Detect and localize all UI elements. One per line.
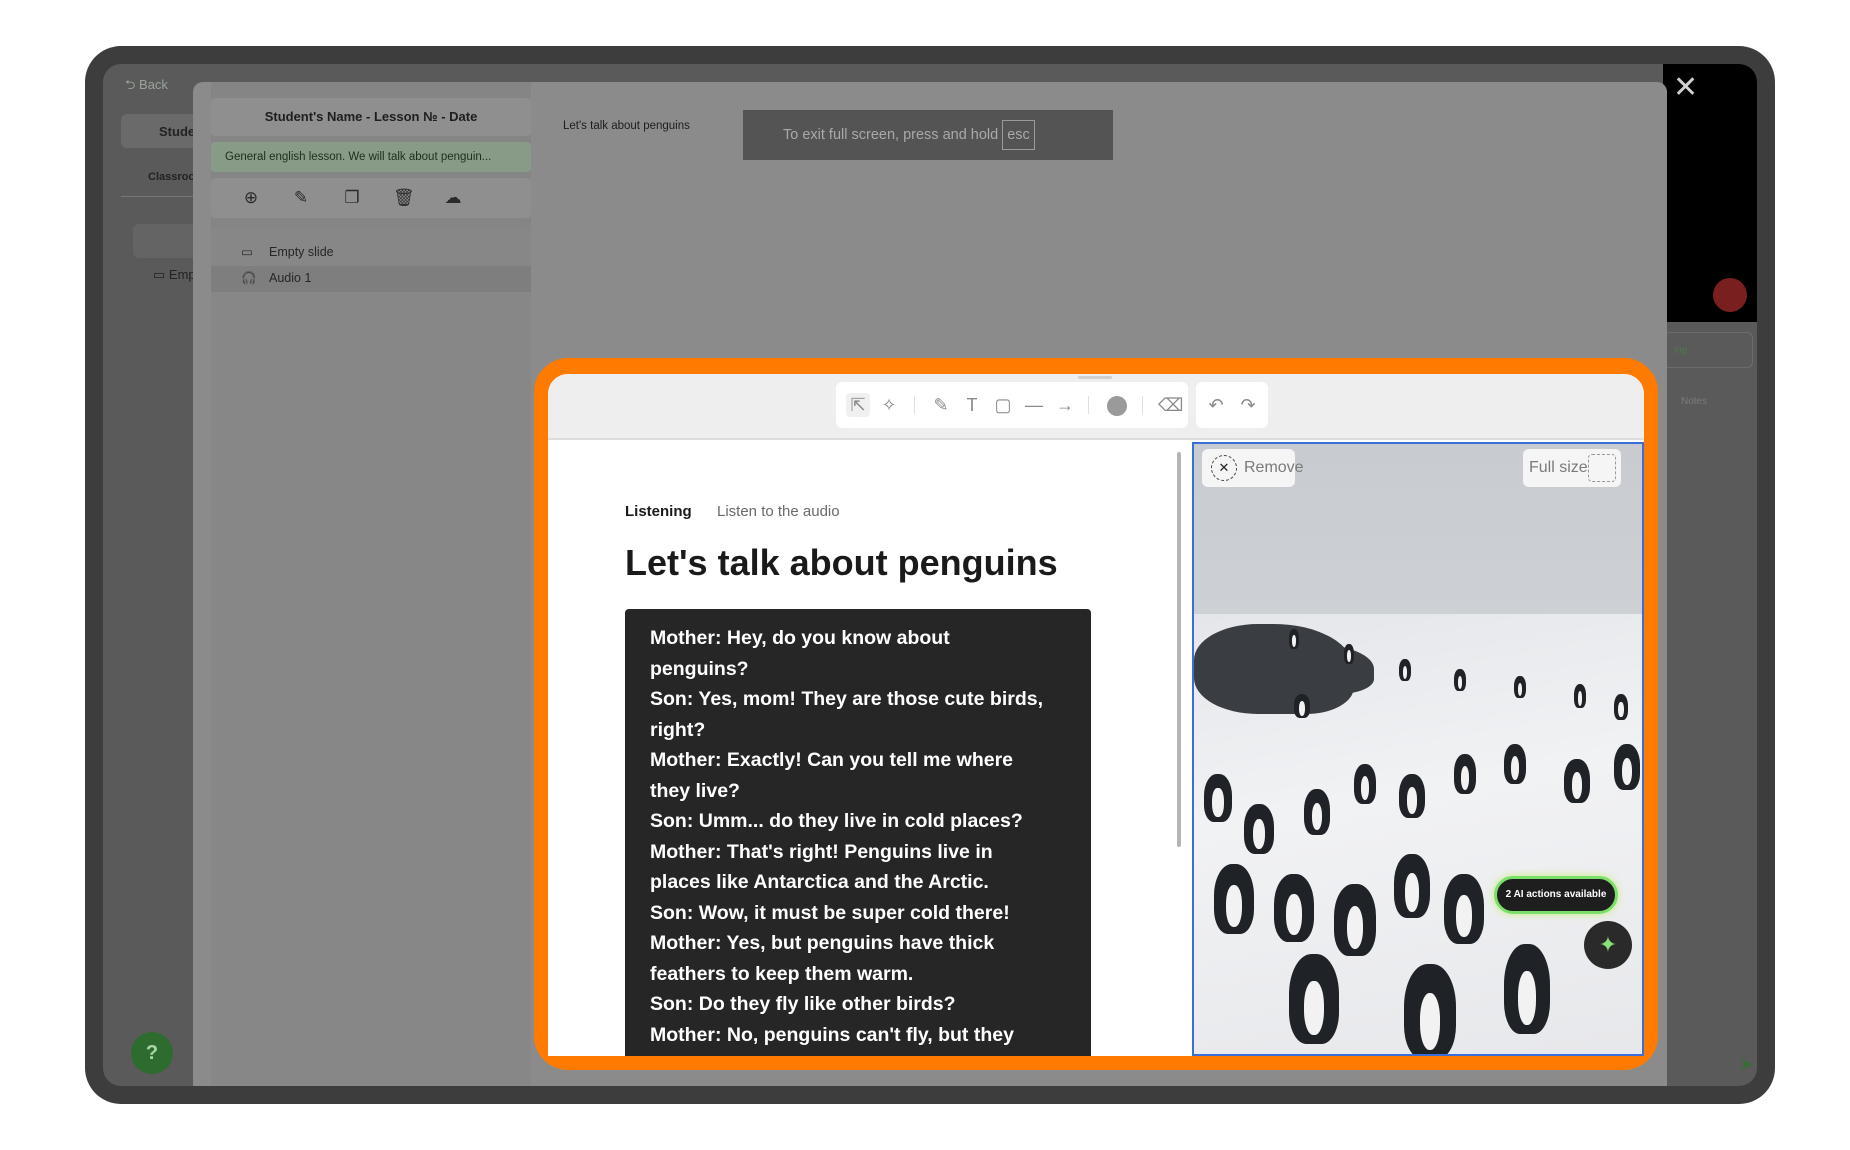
penguin: [1344, 644, 1354, 664]
back-button[interactable]: ⮌ Back: [125, 76, 168, 98]
penguin: [1304, 789, 1330, 835]
penguin: [1504, 744, 1526, 784]
penguin: [1514, 676, 1526, 698]
remove-button[interactable]: ✕ Remove: [1202, 449, 1304, 487]
penguin: [1289, 629, 1299, 649]
sidebar-item-empty[interactable]: ▭ Emp: [153, 267, 196, 283]
activity-card: ⇱ ✧ ✎ T ▢ — → ⌫ ↶ ↷ Listening Listen to …: [548, 374, 1644, 1056]
color-icon[interactable]: [1107, 396, 1127, 416]
help-button[interactable]: ?: [131, 1032, 173, 1074]
eraser-icon[interactable]: ⌫: [1158, 393, 1183, 417]
close-icon[interactable]: ✕: [1673, 70, 1698, 105]
esc-key: esc: [1002, 120, 1035, 150]
penguin: [1334, 884, 1376, 956]
activity-type: Listening: [625, 503, 692, 520]
penguin: [1294, 694, 1310, 718]
content-scrollbar[interactable]: [1177, 452, 1181, 847]
pencil-icon[interactable]: ✎: [929, 393, 953, 417]
penguin: [1404, 964, 1456, 1054]
penguin: [1399, 774, 1425, 818]
send-icon[interactable]: ➤: [1739, 1054, 1754, 1075]
add-icon[interactable]: ⊕: [241, 188, 261, 208]
live-status-box[interactable]: ing: [1663, 332, 1753, 368]
edit-icon[interactable]: ✎: [291, 188, 311, 208]
duplicate-icon[interactable]: ❐: [342, 188, 362, 208]
penguin: [1454, 754, 1476, 794]
penguin: [1399, 659, 1411, 681]
drawing-toolbar: ⇱ ✧ ✎ T ▢ — → ⌫ ↶ ↷: [836, 382, 1344, 428]
pointer-icon[interactable]: ⇱: [846, 393, 870, 417]
slide-list: ▭ Empty slide 🎧 Audio 1: [211, 228, 531, 1086]
toggle-box: [1588, 454, 1616, 482]
penguin: [1289, 954, 1339, 1044]
upload-icon[interactable]: ☁: [443, 188, 463, 208]
line-icon[interactable]: —: [1022, 393, 1046, 417]
penguin: [1504, 944, 1550, 1034]
notes-tab[interactable]: Notes: [1681, 396, 1707, 407]
activity-instruction: Listen to the audio: [717, 503, 840, 520]
penguin: [1614, 744, 1640, 790]
breadcrumb: Let's talk about penguins: [563, 120, 690, 132]
penguin: [1244, 804, 1274, 854]
tab-classroom[interactable]: Classroo: [148, 171, 195, 183]
penguin: [1354, 764, 1376, 804]
lesson-title[interactable]: Student's Name - Lesson № - Date: [211, 98, 531, 136]
full-size-button[interactable]: Full size: [1523, 449, 1621, 487]
tool-group-history: ↶ ↷: [1196, 382, 1268, 428]
activity-content: Listening Listen to the audio Let's talk…: [548, 442, 1644, 1056]
penguin: [1614, 694, 1628, 720]
magic-wand-icon[interactable]: ✧: [877, 393, 901, 417]
camera-off-icon[interactable]: [1713, 278, 1747, 312]
undo-icon[interactable]: ↶: [1204, 393, 1228, 417]
close-icon: ✕: [1211, 455, 1237, 481]
penguin: [1394, 854, 1430, 918]
penguin: [1204, 774, 1232, 822]
fullscreen-banner: To exit full screen, press and hold esc: [743, 110, 1113, 160]
drag-handle[interactable]: [1078, 376, 1112, 379]
toolbar-strip: ⇱ ✧ ✎ T ▢ — → ⌫ ↶ ↷: [548, 374, 1644, 440]
slide-item[interactable]: 🎧 Audio 1: [241, 271, 311, 286]
penguin: [1274, 874, 1314, 942]
slide-tools: ⊕ ✎ ❐ 🗑 ☁: [211, 178, 531, 218]
ai-actions-badge[interactable]: 2 AI actions available: [1494, 876, 1618, 914]
text-icon[interactable]: T: [960, 393, 984, 417]
rectangle-icon[interactable]: ▢: [991, 393, 1015, 417]
redo-icon[interactable]: ↷: [1236, 393, 1260, 417]
delete-icon[interactable]: 🗑: [393, 188, 415, 208]
headphones-icon: 🎧: [241, 271, 257, 285]
monitor-icon: ▭: [241, 245, 253, 259]
divider: [1088, 396, 1089, 414]
activity-heading: Let's talk about penguins: [625, 542, 1058, 583]
penguin: [1444, 874, 1484, 944]
image-panel[interactable]: ✕ Remove Full size 2 AI actions availabl…: [1192, 442, 1644, 1056]
lesson-description[interactable]: General english lesson. We will talk abo…: [211, 142, 531, 172]
penguin: [1574, 684, 1586, 708]
rock: [1254, 644, 1374, 694]
divider: [914, 396, 915, 414]
slide-item[interactable]: ▭ Empty slide: [241, 244, 334, 259]
transcript-box[interactable]: Mother: Hey, do you know about penguins?…: [625, 609, 1091, 1056]
tool-group-draw: ⇱ ✧ ✎ T ▢ — → ⌫: [836, 382, 1188, 428]
penguin: [1454, 669, 1466, 691]
sparkle-icon[interactable]: ✦: [1584, 921, 1632, 969]
divider: [1142, 396, 1143, 414]
penguin: [1214, 864, 1254, 934]
arrow-icon[interactable]: →: [1053, 393, 1077, 417]
penguin: [1564, 759, 1590, 803]
transcript-text: Mother: Hey, do you know about penguins?…: [650, 627, 1043, 1046]
